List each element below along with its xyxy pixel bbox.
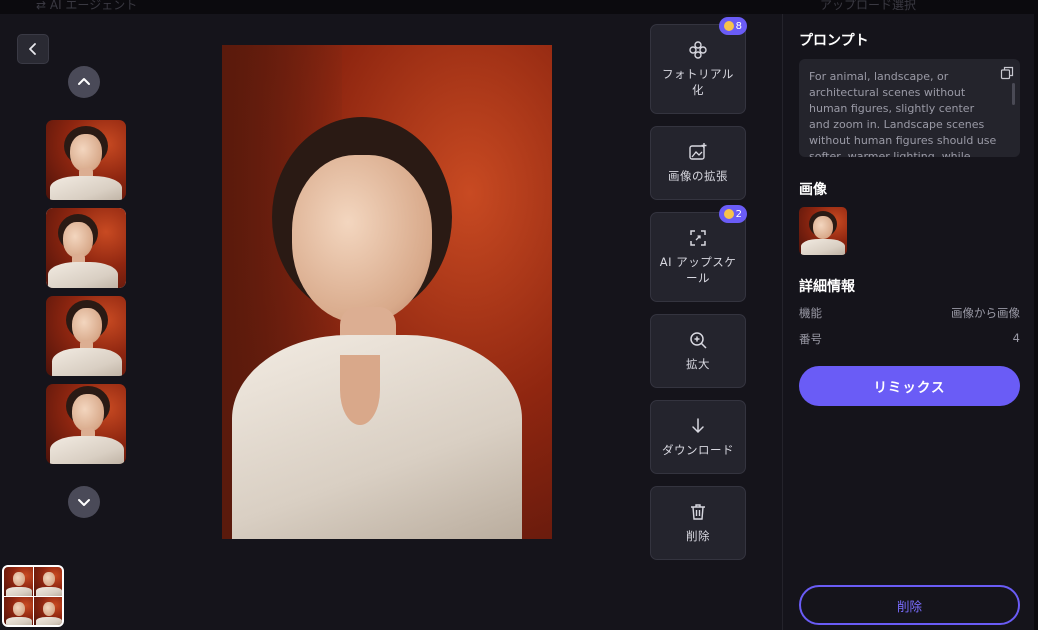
collage-cell <box>4 596 33 625</box>
credit-cost-badge: 2 <box>718 205 747 223</box>
background-app-strip: ⇄ AI エージェント アップロード選択 <box>0 0 1038 14</box>
background-tab-label-right: アップロード選択 <box>820 0 917 12</box>
main-preview-image <box>222 45 552 539</box>
detail-row-function: 機能 画像から画像 <box>799 305 1020 321</box>
detail-label: 番号 <box>799 332 822 346</box>
prompt-text: For animal, landscape, or architectural … <box>809 70 997 157</box>
image-expand-button[interactable]: 画像の拡張 <box>650 126 746 200</box>
source-image-thumbnail[interactable] <box>799 207 847 255</box>
back-button[interactable] <box>17 34 49 64</box>
photoreal-label: フォトリアル化 <box>662 67 734 97</box>
ai-upscale-button[interactable]: 2 AI アップスケール <box>650 205 747 302</box>
zoom-in-button[interactable]: 拡大 <box>650 314 746 388</box>
prompt-title: プロンプト <box>799 33 869 49</box>
prompt-textbox[interactable]: For animal, landscape, or architectural … <box>799 59 1020 157</box>
portrait-thumbnail-image <box>46 384 126 464</box>
thumbnail-1[interactable] <box>46 120 126 200</box>
chevron-up-icon <box>78 78 90 85</box>
thumbnail-3[interactable] <box>46 296 126 376</box>
download-button[interactable]: ダウンロード <box>650 400 746 474</box>
details-panel: プロンプト For animal, landscape, or architec… <box>782 14 1034 630</box>
trash-icon <box>688 502 708 522</box>
thumbnail-4[interactable] <box>46 384 126 464</box>
download-label: ダウンロード <box>662 443 734 457</box>
thumbnail-2-selected[interactable] <box>46 208 126 288</box>
coin-icon <box>723 209 734 219</box>
image-section-title: 画像 <box>799 182 827 198</box>
upscale-frame-icon <box>688 228 708 248</box>
chevron-left-icon <box>29 43 36 55</box>
delete-button[interactable]: 削除 <box>799 585 1020 625</box>
detail-label: 機能 <box>799 306 822 320</box>
portrait-thumbnail-image <box>46 120 126 200</box>
sparkle-cross-icon <box>688 40 708 60</box>
prompt-scrollbar[interactable] <box>1012 83 1015 105</box>
copy-icon[interactable] <box>1000 65 1014 84</box>
photoreal-button[interactable]: 8 フォトリアル化 <box>650 17 747 114</box>
thumbnail-scroll-up-button[interactable] <box>68 66 100 98</box>
batch-collage-thumbnail[interactable] <box>2 565 64 627</box>
delete-image-button[interactable]: 削除 <box>650 486 746 560</box>
image-expand-icon <box>688 142 708 162</box>
window-edge <box>1034 14 1038 630</box>
portrait-main-image <box>222 45 552 539</box>
download-arrow-icon <box>688 416 708 436</box>
collage-cell <box>33 596 62 625</box>
background-tab-label: ⇄ AI エージェント <box>36 0 138 12</box>
collage-cell <box>33 567 62 596</box>
chevron-down-icon <box>78 499 90 506</box>
image-expand-label: 画像の拡張 <box>668 169 728 183</box>
delete-image-label: 削除 <box>686 529 710 543</box>
zoom-in-icon <box>688 330 708 350</box>
portrait-source-image <box>799 207 847 255</box>
portrait-thumbnail-image <box>46 296 126 376</box>
credit-cost-badge: 8 <box>718 17 747 35</box>
coin-icon <box>723 21 734 31</box>
ai-upscale-label: AI アップスケール <box>659 255 737 285</box>
remix-button[interactable]: リミックス <box>799 366 1020 406</box>
detail-value: 画像から画像 <box>951 306 1020 320</box>
collage-cell <box>4 567 33 596</box>
zoom-in-label: 拡大 <box>686 357 710 371</box>
details-title: 詳細情報 <box>799 279 855 295</box>
detail-value: 4 <box>1012 331 1020 345</box>
portrait-thumbnail-image <box>46 208 126 288</box>
detail-row-number: 番号 4 <box>799 331 1020 347</box>
thumbnail-scroll-down-button[interactable] <box>68 486 100 518</box>
